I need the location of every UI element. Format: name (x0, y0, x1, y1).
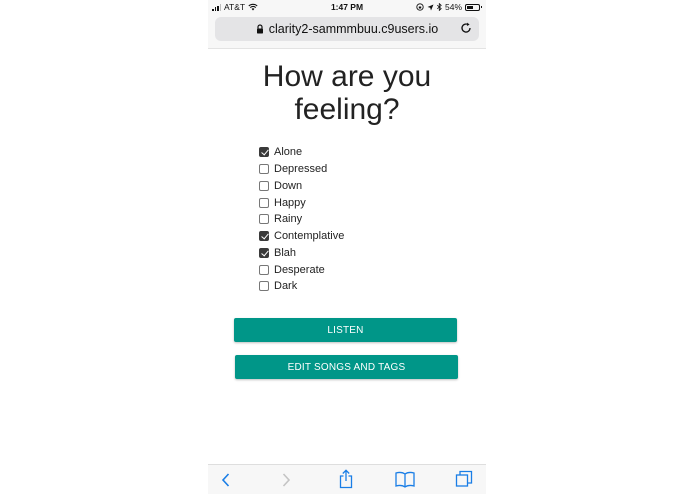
checkbox[interactable] (259, 147, 269, 158)
checkbox[interactable] (259, 281, 269, 292)
mood-option-depressed[interactable]: Depressed (259, 161, 344, 178)
status-bar: AT&T 1:47 PM 54% (208, 0, 486, 14)
mood-option-happy[interactable]: Happy (259, 194, 344, 211)
url-text: clarity2-sammmbuu.c9users.io (268, 22, 439, 36)
share-icon[interactable] (338, 469, 354, 489)
battery-icon (465, 3, 482, 11)
mood-option-alone[interactable]: Alone (259, 144, 344, 161)
checkbox[interactable] (259, 164, 269, 175)
listen-button[interactable]: LISTEN (234, 318, 457, 342)
edit-songs-and-tags-button[interactable]: EDIT SONGS AND TAGS (235, 355, 458, 379)
mood-label: Alone (274, 146, 303, 159)
mood-label: Happy (274, 196, 306, 209)
mood-option-rainy[interactable]: Rainy (259, 211, 344, 228)
back-icon[interactable] (220, 471, 232, 489)
orientation-lock-icon (416, 3, 424, 11)
mood-option-contemplative[interactable]: Contemplative (259, 228, 344, 245)
checkbox[interactable] (259, 214, 269, 225)
mood-option-dark[interactable]: Dark (259, 278, 344, 295)
bluetooth-icon (437, 3, 442, 11)
status-right: 54% (416, 2, 482, 12)
mood-label: Depressed (274, 163, 328, 176)
battery-percent: 54% (444, 2, 462, 12)
mood-label: Dark (274, 280, 298, 293)
mood-label: Contemplative (274, 230, 345, 243)
checkbox[interactable] (259, 180, 269, 191)
checkbox[interactable] (259, 264, 269, 275)
checkbox[interactable] (259, 247, 269, 258)
battery-fill (467, 5, 473, 9)
browser-toolbar (208, 464, 486, 494)
address-bar-area: clarity2-sammmbuu.c9users.io (208, 14, 486, 49)
mood-option-blah[interactable]: Blah (259, 245, 344, 262)
lock-icon (256, 24, 263, 34)
location-icon (427, 4, 434, 10)
mood-option-desperate[interactable]: Desperate (259, 261, 344, 278)
checkbox[interactable] (259, 197, 269, 208)
mood-label: Down (274, 179, 303, 192)
address-bar[interactable]: clarity2-sammmbuu.c9users.io (215, 17, 479, 41)
tabs-icon[interactable] (455, 470, 473, 488)
title-line-2: feeling? (294, 93, 400, 126)
mood-label: Desperate (274, 263, 325, 276)
phone-screen: AT&T 1:47 PM 54% clarity2-sammmbuu.c9use… (208, 0, 486, 494)
mood-label: Blah (274, 246, 297, 259)
mood-option-down[interactable]: Down (259, 178, 344, 195)
bookmarks-icon[interactable] (395, 471, 415, 488)
page-title: How are you feeling? (208, 60, 486, 126)
mood-checkbox-list: Alone Depressed Down Happy Rainy Contemp… (259, 144, 344, 295)
title-line-1: How are you (262, 60, 432, 93)
checkbox[interactable] (259, 231, 269, 242)
forward-icon[interactable] (280, 471, 292, 489)
mood-label: Rainy (274, 213, 303, 226)
reload-icon[interactable] (459, 21, 473, 35)
